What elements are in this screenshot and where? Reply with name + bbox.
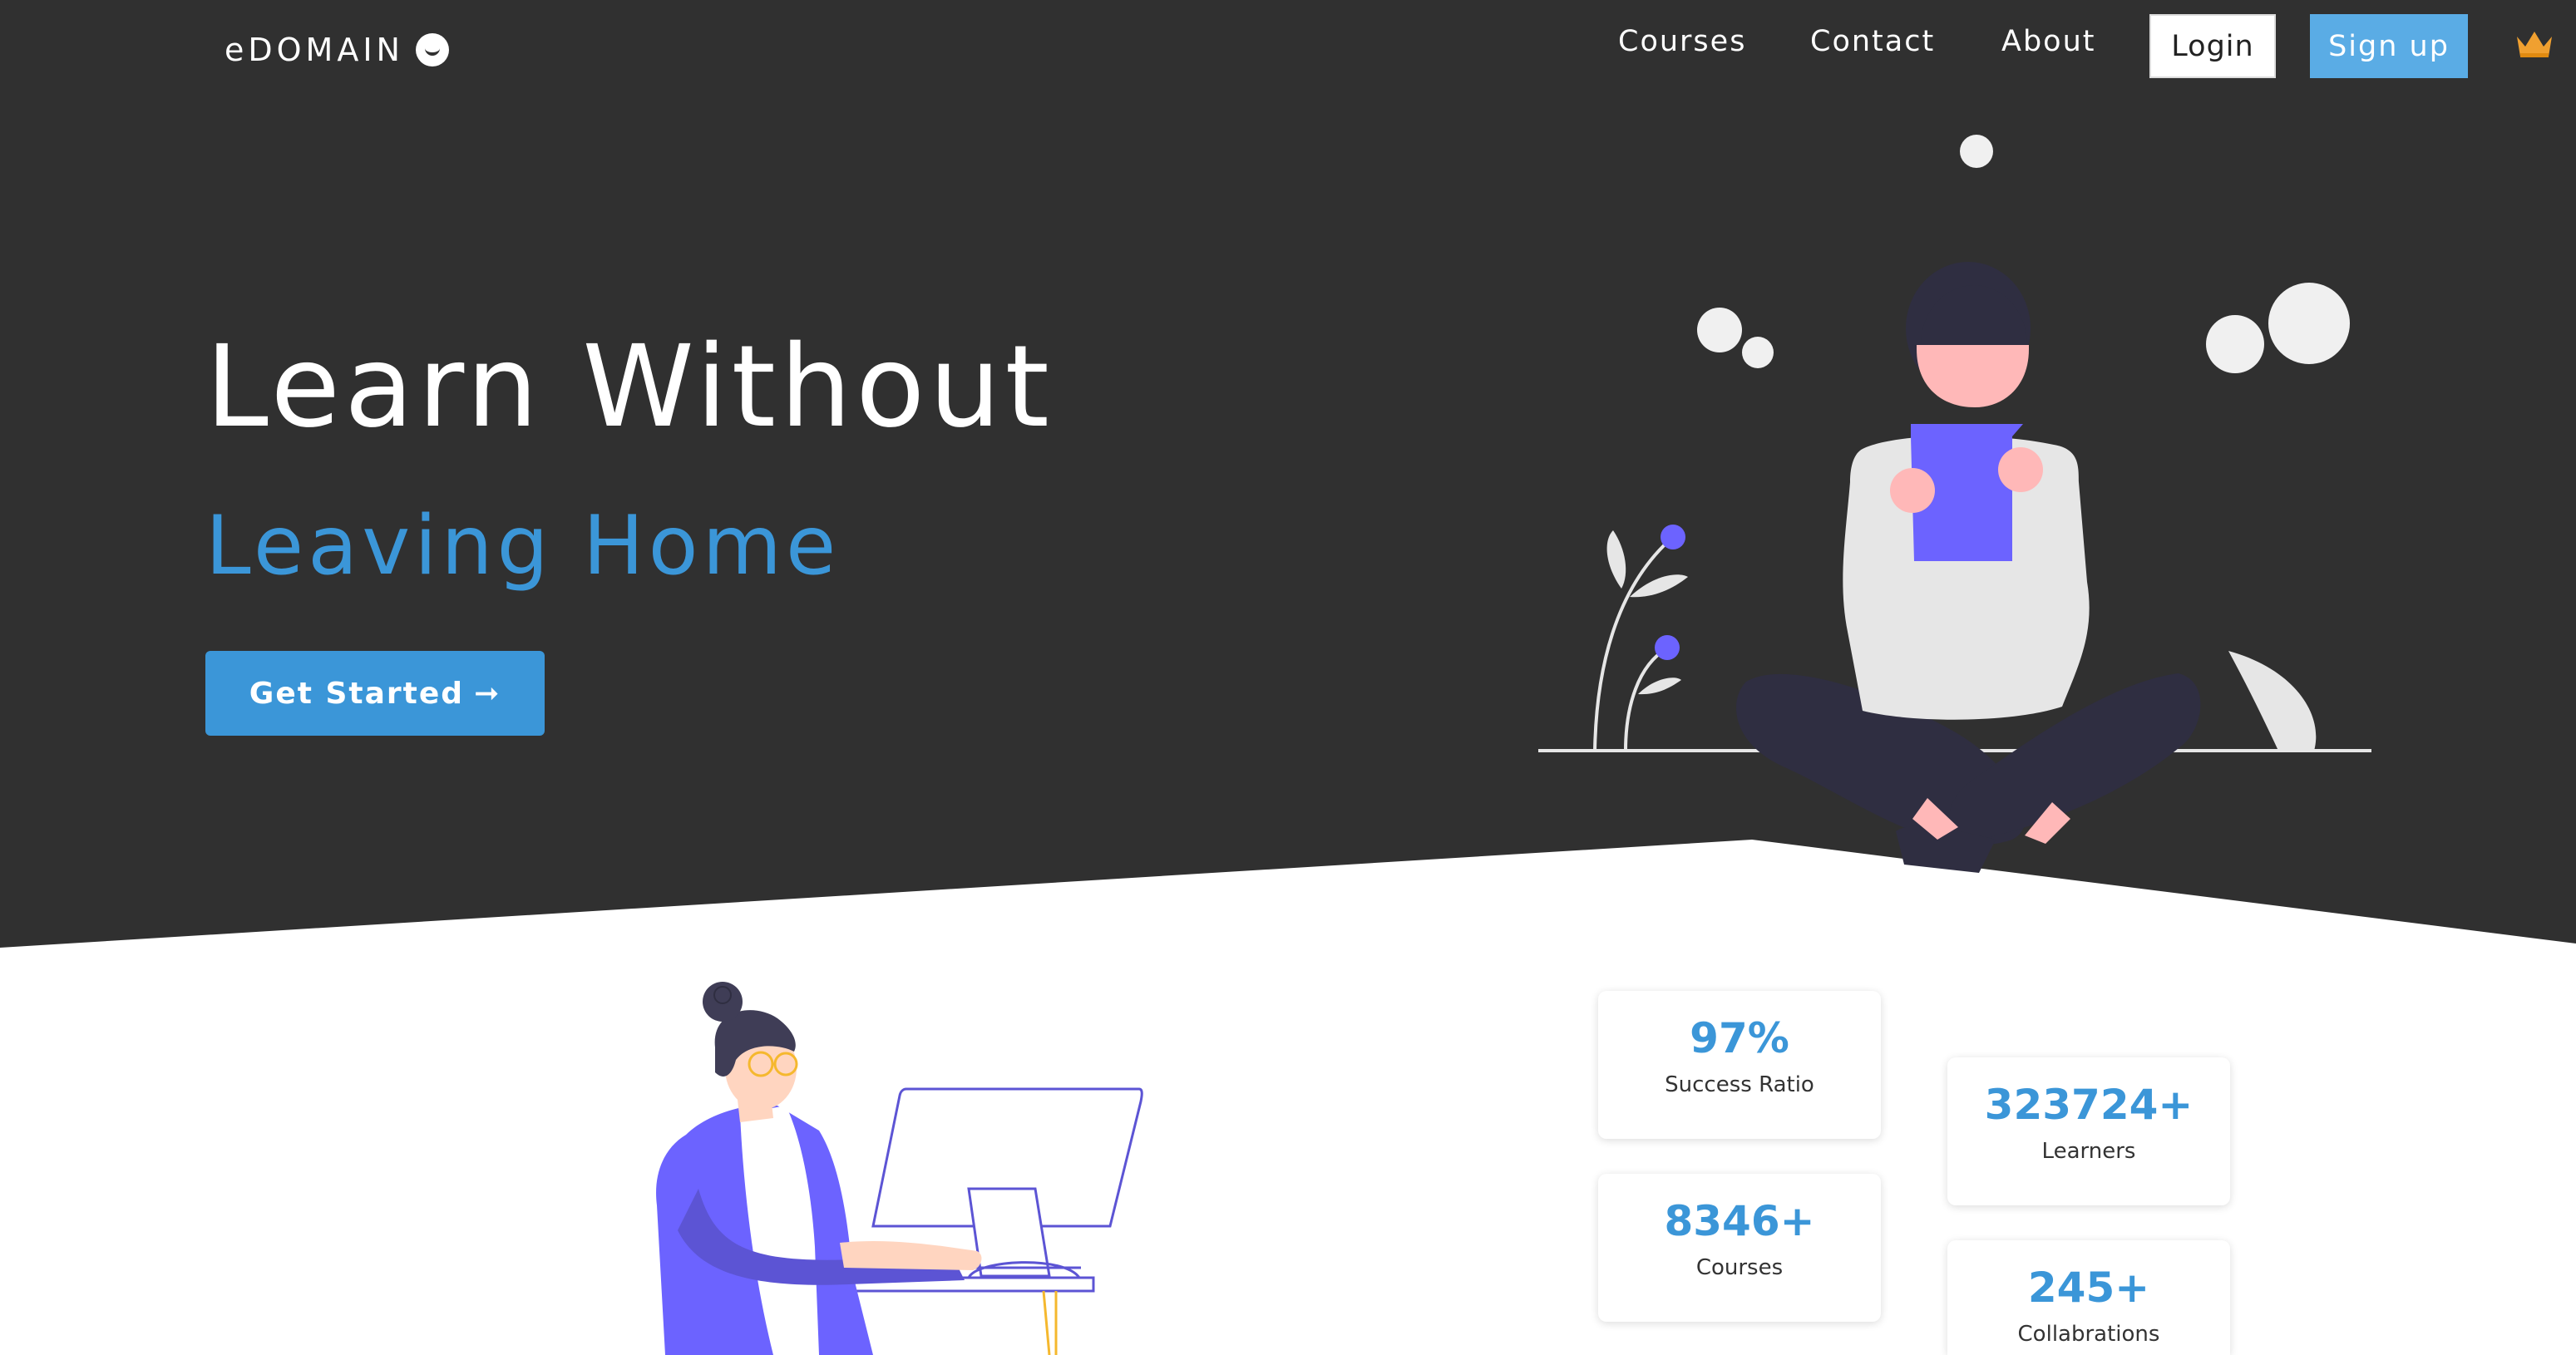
stat-label: Courses: [1695, 1255, 1784, 1280]
stat-value: 323724+: [1984, 1081, 2194, 1129]
nav-link-courses[interactable]: Courses: [1618, 25, 1746, 58]
signup-button[interactable]: Sign up: [2310, 14, 2468, 78]
stat-value: 97%: [1690, 1014, 1789, 1062]
stat-label: Learners: [2041, 1139, 2136, 1164]
brand-logo[interactable]: eDOMAIN: [225, 32, 449, 68]
reading-woman-illustration: [1538, 135, 2371, 873]
brand-name: eDOMAIN: [225, 32, 404, 68]
smiley-icon: [415, 33, 449, 67]
nav-link-contact[interactable]: Contact: [1810, 25, 1935, 58]
stat-card-learners: 323724+ Learners: [1947, 1057, 2230, 1205]
stat-label: Collabrations: [2017, 1322, 2160, 1347]
stat-card-success-ratio: 97% Success Ratio: [1598, 991, 1881, 1139]
crown-icon[interactable]: [2515, 28, 2554, 60]
login-button[interactable]: Login: [2149, 14, 2276, 78]
stat-value: 245+: [2027, 1264, 2150, 1312]
hero-title: Learn Without: [205, 322, 1054, 453]
stat-card-courses: 8346+ Courses: [1598, 1174, 1881, 1322]
stat-label: Success Ratio: [1665, 1072, 1814, 1097]
nav-link-about[interactable]: About: [2001, 25, 2095, 58]
get-started-label: Get Started: [249, 676, 465, 711]
hero-subtitle: Leaving Home: [205, 499, 841, 594]
stat-card-collaborations: 245+ Collabrations: [1947, 1240, 2230, 1355]
arrow-right-icon: ➞: [474, 676, 501, 711]
get-started-button[interactable]: Get Started ➞: [205, 651, 545, 736]
stat-value: 8346+: [1664, 1197, 1815, 1245]
computer-woman-illustration: [656, 982, 1143, 1355]
